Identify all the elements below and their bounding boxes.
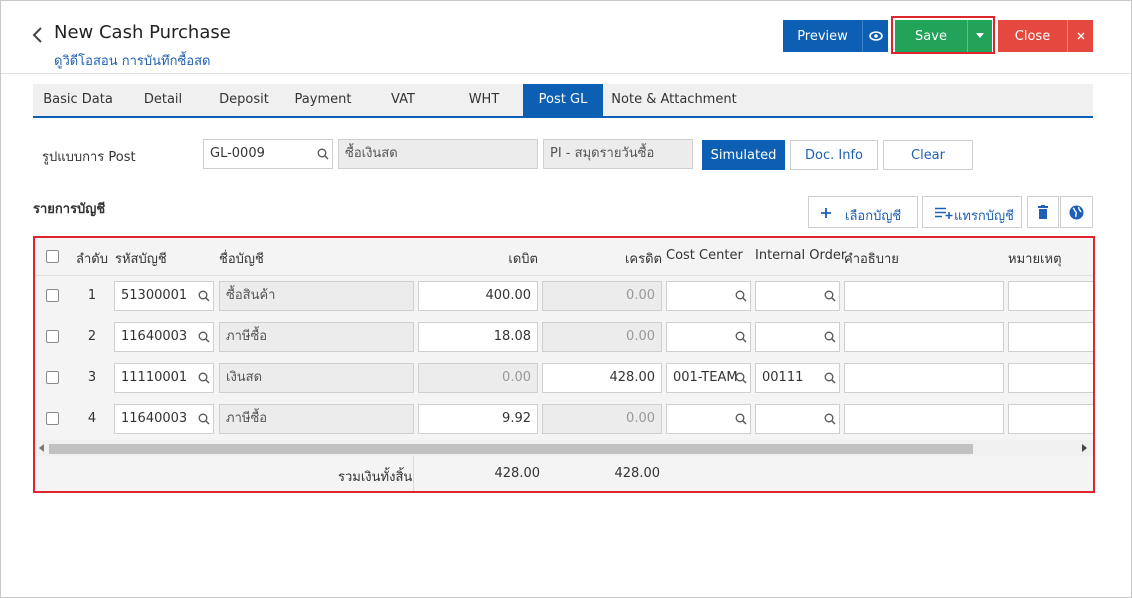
credit-total: 428.00: [614, 466, 661, 481]
search-icon[interactable]: [317, 148, 329, 160]
tab-post-gl[interactable]: Post GL: [523, 84, 603, 116]
eye-icon[interactable]: [862, 20, 888, 52]
insert-account-label: แทรกบัญชี: [954, 209, 1014, 224]
scroll-left-icon[interactable]: [37, 443, 47, 453]
debit-total: 428.00: [494, 466, 541, 481]
simulated-button[interactable]: Simulated: [702, 140, 785, 170]
insert-account-button[interactable]: แทรกบัญชี: [922, 196, 1022, 228]
description-input[interactable]: [844, 404, 1004, 434]
row-checkbox[interactable]: [46, 412, 59, 425]
tab-wht[interactable]: WHT: [445, 84, 523, 116]
col-header-seq: ลำดับ: [76, 252, 108, 267]
search-icon[interactable]: [735, 372, 747, 384]
remark-input[interactable]: [1008, 281, 1093, 311]
row-checkbox[interactable]: [46, 289, 59, 302]
account-name-field: ภาษีซื้อ: [219, 404, 414, 434]
tab-bar: Basic Data Detail Deposit Payment VAT WH…: [33, 84, 1093, 118]
doc-info-button[interactable]: Doc. Info: [790, 140, 878, 170]
col-header-name: ชื่อบัญชี: [219, 252, 264, 267]
header-divider: [35, 275, 1093, 276]
row-number: 3: [87, 370, 97, 385]
description-input[interactable]: [844, 322, 1004, 352]
footer-divider: [413, 456, 414, 491]
col-header-credit: เครดิต: [624, 252, 662, 267]
row-checkbox[interactable]: [46, 371, 59, 384]
tab-detail[interactable]: Detail: [123, 84, 203, 116]
select-account-label: เลือกบัญชี: [845, 209, 902, 224]
row-number: 1: [87, 288, 97, 303]
row-number: 2: [87, 329, 97, 344]
page-title: New Cash Purchase: [54, 22, 231, 43]
credit-input[interactable]: 0.00: [542, 322, 662, 352]
credit-input[interactable]: 0.00: [542, 281, 662, 311]
remark-input[interactable]: [1008, 363, 1093, 393]
search-icon[interactable]: [198, 290, 210, 302]
col-header-remark: หมายเหตุ: [1008, 252, 1062, 267]
search-icon[interactable]: [198, 413, 210, 425]
select-account-button[interactable]: เลือกบัญชี: [808, 196, 918, 228]
search-icon[interactable]: [735, 413, 747, 425]
tab-basic-data[interactable]: Basic Data: [33, 84, 123, 116]
remark-input[interactable]: [1008, 322, 1093, 352]
select-all-checkbox[interactable]: [46, 250, 59, 263]
description-input[interactable]: [844, 281, 1004, 311]
post-format-label: รูปแบบการ Post: [42, 150, 136, 165]
save-button[interactable]: Save: [895, 20, 967, 52]
plus-icon: [821, 208, 831, 218]
horizontal-scrollbar[interactable]: [35, 440, 1093, 456]
post-name-field: ซื้อเงินสด: [338, 139, 538, 169]
debit-input[interactable]: 9.92: [418, 404, 538, 434]
grand-total-label: รวมเงินทั้งสิ้น: [338, 470, 413, 485]
insert-row-icon: [935, 207, 953, 219]
search-icon[interactable]: [198, 331, 210, 343]
description-input[interactable]: [844, 363, 1004, 393]
credit-input[interactable]: 0.00: [542, 404, 662, 434]
header-divider: [1, 73, 1131, 74]
tutorial-video-link[interactable]: ดูวิดีโอสอน การบันทึกซื้อสด: [54, 50, 210, 71]
search-icon[interactable]: [824, 372, 836, 384]
credit-input[interactable]: 428.00: [542, 363, 662, 393]
search-icon[interactable]: [198, 372, 210, 384]
col-header-cost-center: Cost Center: [666, 248, 743, 263]
table-footer: รวมเงินทั้งสิ้น 428.00 428.00: [35, 456, 1093, 491]
search-icon[interactable]: [735, 331, 747, 343]
preview-button[interactable]: Preview: [783, 20, 862, 52]
gl-account-table: ลำดับ รหัสบัญชี ชื่อบัญชี เดบิต เครดิต C…: [35, 238, 1093, 491]
debit-input[interactable]: 0.00: [418, 363, 538, 393]
account-name-field: เงินสด: [219, 363, 414, 393]
remark-input[interactable]: [1008, 404, 1093, 434]
search-icon[interactable]: [824, 331, 836, 343]
caret-down-icon[interactable]: [967, 20, 992, 52]
col-header-debit: เดบิต: [508, 252, 538, 267]
clear-button[interactable]: Clear: [883, 140, 973, 170]
scroll-thumb[interactable]: [49, 444, 973, 454]
accounts-section-title: รายการบัญชี: [33, 202, 106, 217]
account-name-field: ซื้อสินค้า: [219, 281, 414, 311]
col-header-description: คำอธิบาย: [844, 252, 899, 267]
row-checkbox[interactable]: [46, 330, 59, 343]
close-x-icon[interactable]: [1067, 20, 1093, 52]
trash-icon[interactable]: [1027, 196, 1059, 228]
tab-payment[interactable]: Payment: [285, 84, 361, 116]
col-header-code: รหัสบัญชี: [115, 252, 167, 267]
search-icon[interactable]: [735, 290, 747, 302]
post-code-input[interactable]: GL-0009: [203, 139, 333, 169]
scroll-right-icon[interactable]: [1079, 443, 1089, 453]
debit-input[interactable]: 400.00: [418, 281, 538, 311]
debit-input[interactable]: 18.08: [418, 322, 538, 352]
close-button[interactable]: Close: [998, 20, 1067, 52]
account-name-field: ภาษีซื้อ: [219, 322, 414, 352]
col-header-internal-order: Internal Order: [755, 248, 847, 263]
globe-icon[interactable]: [1060, 196, 1093, 228]
search-icon[interactable]: [824, 413, 836, 425]
tab-note-attachment[interactable]: Note & Attachment: [609, 84, 739, 116]
journal-field: PI - สมุดรายวันซื้อ: [543, 139, 693, 169]
tab-deposit[interactable]: Deposit: [203, 84, 285, 116]
row-number: 4: [87, 411, 97, 426]
search-icon[interactable]: [824, 290, 836, 302]
tab-vat[interactable]: VAT: [361, 84, 445, 116]
back-arrow-icon[interactable]: [30, 24, 46, 46]
